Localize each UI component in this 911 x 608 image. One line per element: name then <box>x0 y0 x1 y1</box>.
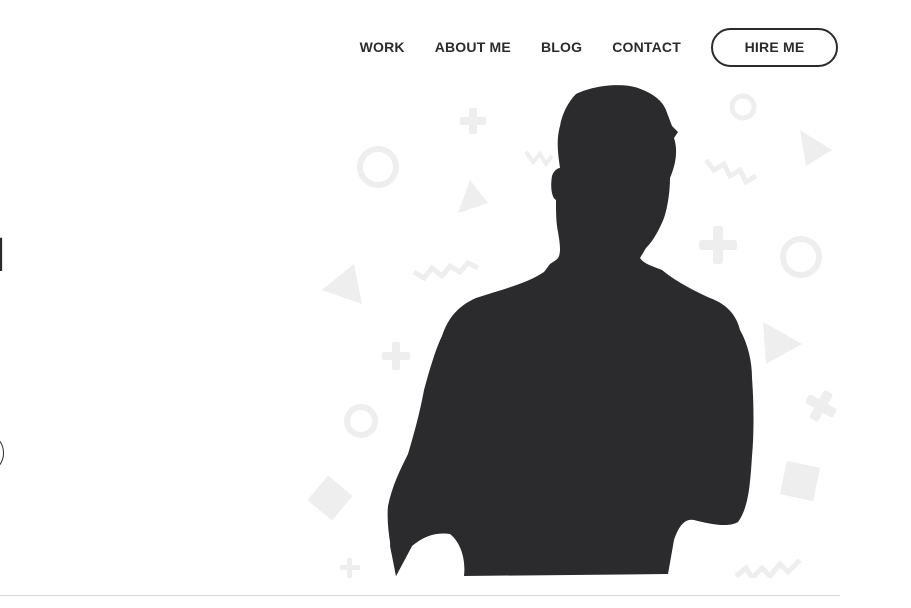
page: WORK ABOUT ME BLOG CONTACT HIRE ME I <box>0 0 911 608</box>
zigzag-shape <box>524 150 554 168</box>
zigzag-shape <box>412 259 480 282</box>
plus-shape <box>805 390 837 422</box>
plus-shape <box>460 108 486 134</box>
circle-shape <box>344 404 378 438</box>
plus-shape <box>699 226 737 264</box>
circle-shape <box>780 236 822 278</box>
hire-me-button[interactable]: HIRE ME <box>711 27 838 67</box>
hero-title-text: I <box>0 236 5 279</box>
zigzag-shape <box>734 558 802 578</box>
square-shape <box>307 475 353 521</box>
triangle-shape <box>763 322 802 364</box>
circle-shape <box>729 93 757 121</box>
nav-link-about-me[interactable]: ABOUT ME <box>435 39 511 55</box>
plus-shape <box>382 342 410 370</box>
triangle-shape <box>322 264 362 304</box>
zigzag-shape <box>704 158 758 186</box>
circle-shape <box>357 146 399 188</box>
plus-shape <box>340 558 360 578</box>
square-shape <box>779 460 821 502</box>
hero-illustration <box>307 85 837 578</box>
section-divider <box>0 595 840 596</box>
round-action-button[interactable] <box>0 432 4 474</box>
nav-link-work[interactable]: WORK <box>360 39 405 55</box>
triangle-shape <box>458 180 488 213</box>
person-silhouette <box>387 85 754 576</box>
nav-link-contact[interactable]: CONTACT <box>612 39 681 55</box>
triangle-shape <box>800 130 832 166</box>
hero-title: I <box>0 236 13 279</box>
nav-link-blog[interactable]: BLOG <box>541 39 582 55</box>
main-nav: WORK ABOUT ME BLOG CONTACT HIRE ME <box>360 27 838 67</box>
